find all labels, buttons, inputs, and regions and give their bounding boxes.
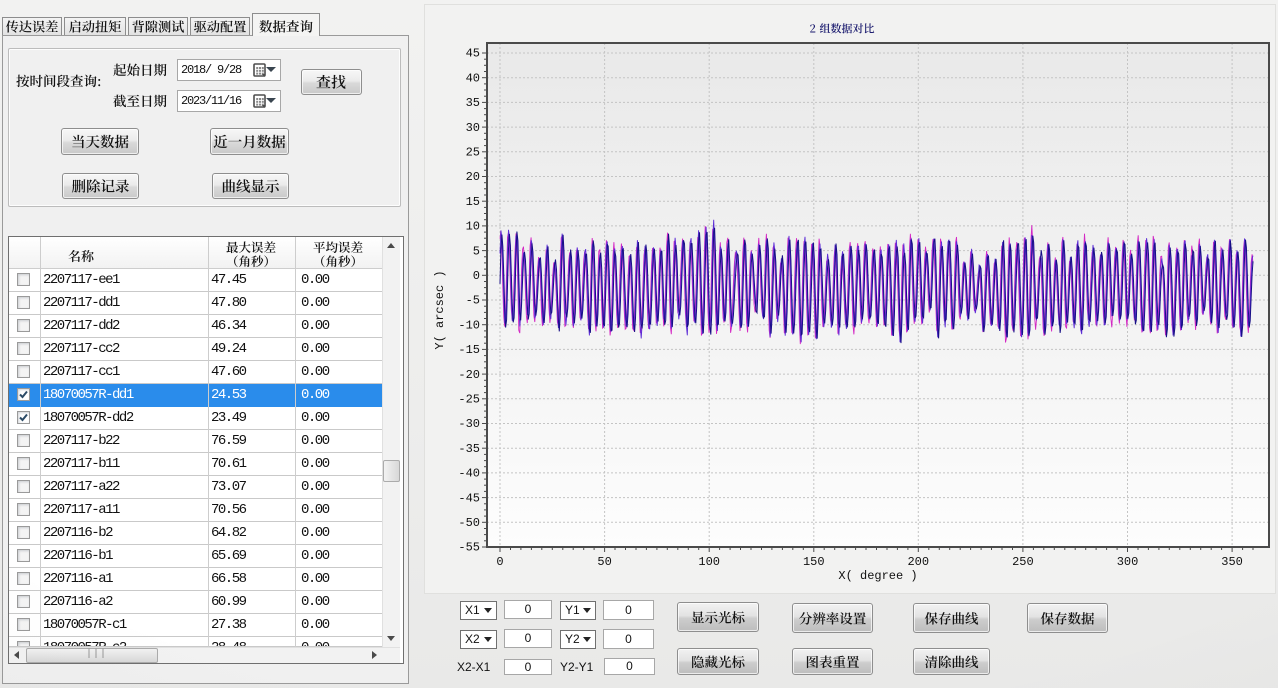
svg-text:15: 15 [466,195,480,209]
svg-text:-5: -5 [466,294,480,308]
svg-text:-50: -50 [458,516,480,530]
svg-text:250: 250 [1012,555,1034,569]
svg-text:0: 0 [473,269,480,283]
svg-text:0: 0 [496,555,503,569]
svg-text:-30: -30 [458,417,480,431]
svg-text:100: 100 [698,555,720,569]
svg-text:-40: -40 [458,467,480,481]
svg-text:5: 5 [473,244,480,258]
svg-text:50: 50 [597,555,611,569]
svg-text:X( degree ): X( degree ) [838,569,917,583]
svg-text:200: 200 [907,555,929,569]
svg-text:350: 350 [1221,555,1243,569]
svg-text:-25: -25 [458,392,480,406]
svg-text:40: 40 [466,71,480,85]
svg-text:-55: -55 [458,541,480,555]
svg-text:-20: -20 [458,368,480,382]
svg-text:-35: -35 [458,442,480,456]
svg-text:45: 45 [466,47,480,61]
svg-text:10: 10 [466,220,480,234]
svg-text:25: 25 [466,145,480,159]
svg-text:30: 30 [466,121,480,135]
svg-text:-45: -45 [458,491,480,505]
svg-text:20: 20 [466,170,480,184]
svg-text:150: 150 [803,555,825,569]
svg-text:300: 300 [1117,555,1139,569]
svg-text:-10: -10 [458,318,480,332]
svg-text:Y( arcsec ): Y( arcsec ) [433,270,447,349]
svg-text:35: 35 [466,96,480,110]
svg-text:-15: -15 [458,343,480,357]
